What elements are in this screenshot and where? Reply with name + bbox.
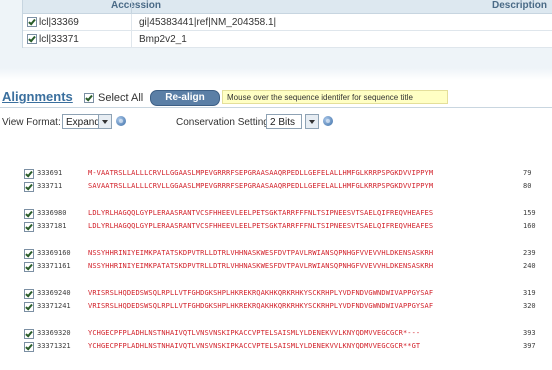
alignments-toolbar: Alignments Select All Re-align Mouse ove… xyxy=(0,85,552,108)
panel-shadow xyxy=(0,68,552,80)
sequence-end: 159 xyxy=(523,209,536,217)
sequence-checkbox[interactable] xyxy=(24,182,34,192)
sequence-row: 33369 320 YCHGECPFPLADHLNSTNHAIVQTLVNSVN… xyxy=(0,328,552,339)
realign-button[interactable]: Re-align xyxy=(150,90,220,106)
sequence-id[interactable]: 33371 xyxy=(37,181,58,192)
column-divider xyxy=(131,0,132,13)
sequence-row: 33369 160 NSSYHHRINIYEIMKPATATSKDPVTRLLD… xyxy=(0,248,552,259)
sequence-row: 33371 321 YCHGECPFPLADHLNSTNHAIVQTLVNSVN… xyxy=(0,341,552,352)
sequence-row: 33371 1 SAVAATRSLLALLLCRVLLGGAASLMPEVGRR… xyxy=(0,181,552,192)
sequence-checkbox[interactable] xyxy=(24,342,34,352)
select-all-checkbox[interactable] xyxy=(84,93,94,103)
sequence-end: 240 xyxy=(523,262,536,270)
sequence-end: 160 xyxy=(523,222,536,230)
view-format-bar: View Format: Expanded Conservation Setti… xyxy=(0,112,552,132)
sequence-id[interactable]: 33371 xyxy=(37,261,58,272)
description-column-header: Description xyxy=(491,0,547,11)
sequence-row: 33371 161 NSSYHHRINIYEIMKPATATSKDPVTRLLD… xyxy=(0,261,552,272)
sequence-residues: NSSYHHRINIYEIMKPATATSKDPVTRLLDTRLVHHNASK… xyxy=(88,262,434,270)
accession-id[interactable]: lcl|33369 xyxy=(39,17,79,28)
view-format-label: View Format: xyxy=(2,117,61,128)
conservation-value: 2 Bits xyxy=(270,117,296,128)
sequence-end: 393 xyxy=(523,329,536,337)
sequence-id[interactable]: 33369 xyxy=(37,288,58,299)
sequence-residues: LDLYRLHAGQQLGYPLERAASRANTVCSFHHEEVLEELPE… xyxy=(88,222,434,230)
sequence-row: 33369 80 LDLYRLHAGQQLGYPLERAASRANTVCSFHH… xyxy=(0,208,552,219)
sequence-checkbox[interactable] xyxy=(24,302,34,312)
sequence-start: 160 xyxy=(58,249,71,257)
help-icon[interactable] xyxy=(116,116,126,126)
sequence-start: 161 xyxy=(58,262,71,270)
sequence-checkbox[interactable] xyxy=(24,329,34,339)
sequence-id[interactable]: 33369 xyxy=(37,208,58,219)
select-all-label: Select All xyxy=(98,92,144,104)
sequence-residues: M-VAATRSLLALLLCRVLLGGAASLMPEVGRRRFSEPGRA… xyxy=(88,169,434,177)
column-divider xyxy=(131,14,132,30)
sequence-checkbox[interactable] xyxy=(24,169,34,179)
sequence-start: 1 xyxy=(58,169,63,177)
sequence-residues: SAVAATRSLLALLLCRVLLGGAASLMPEVGRRRFSEPGRA… xyxy=(88,182,434,190)
accession-checkbox-1[interactable] xyxy=(27,17,37,27)
help-icon[interactable] xyxy=(323,116,333,126)
conservation-select[interactable]: 2 Bits xyxy=(266,114,302,129)
sequence-end: 319 xyxy=(523,289,536,297)
sequence-residues: NSSYHHRINIYEIMKPATATSKDPVTRLLDTRLVHHNASK… xyxy=(88,249,434,257)
sequence-row: 33369 240 VRISRSLHQDEDSWSQLRPLLVTFGHDGKS… xyxy=(0,288,552,299)
sequence-id[interactable]: 33371 xyxy=(37,301,58,312)
accession-checkbox-2[interactable] xyxy=(27,34,37,44)
sequence-start: 240 xyxy=(58,289,71,297)
sequence-checkbox[interactable] xyxy=(24,222,34,232)
sequence-residues: YCHGECPFPLADHLNSTNHAIVQTLVNSVNSKIPKACCVP… xyxy=(88,342,421,350)
sequence-row: 33371 241 VRISRSLHQDEDSWSQLRPLLVTFGHDGKS… xyxy=(0,301,552,312)
chevron-down-icon xyxy=(306,115,318,128)
sequence-end: 320 xyxy=(523,302,536,310)
sequence-end: 79 xyxy=(523,169,532,177)
sequence-checkbox[interactable] xyxy=(24,209,34,219)
sequence-id[interactable]: 33371 xyxy=(37,341,58,352)
alignments-title-text: Alignments xyxy=(2,89,73,104)
accession-table: Accession Description lcl|33369 gi|45383… xyxy=(22,0,552,48)
accession-row-1: lcl|33369 gi|45383441|ref|NM_204358.1| xyxy=(23,14,552,31)
sequence-id[interactable]: 33369 xyxy=(37,168,58,179)
sequence-checkbox[interactable] xyxy=(24,262,34,272)
accession-row-2: lcl|33371 Bmp2v2_1 xyxy=(23,31,552,48)
sequence-checkbox[interactable] xyxy=(24,289,34,299)
accession-description: gi|45383441|ref|NM_204358.1| xyxy=(139,17,277,28)
accession-table-header: Accession Description xyxy=(23,0,552,14)
conservation-dropdown-button[interactable] xyxy=(305,114,319,129)
view-format-select[interactable]: Expanded xyxy=(62,114,112,129)
sequence-residues: LDLYRLHAGQQLGYPLERAASRANTVCSFHHEEVLEELPE… xyxy=(88,209,434,217)
accession-column-header: Accession xyxy=(111,0,162,11)
sequence-end: 239 xyxy=(523,249,536,257)
sequence-start: 321 xyxy=(58,342,71,350)
sequence-start: 1 xyxy=(58,182,63,190)
sequence-tooltip: Mouse over the sequence identifer for se… xyxy=(222,90,448,104)
column-divider xyxy=(131,31,132,47)
accession-id[interactable]: lcl|33371 xyxy=(39,34,79,45)
sequence-start: 81 xyxy=(58,222,67,230)
accession-description: Bmp2v2_1 xyxy=(139,34,187,45)
sequence-end: 397 xyxy=(523,342,536,350)
sequence-checkbox[interactable] xyxy=(24,249,34,259)
sequence-row: 33369 1 M-VAATRSLLALLLCRVLLGGAASLMPEVGRR… xyxy=(0,168,552,179)
alignments-title[interactable]: Alignments xyxy=(2,89,73,104)
sequence-start: 80 xyxy=(58,209,67,217)
sequence-residues: YCHGECPFPLADHLNSTNHAIVQTLVNSVNSKIPKACCVP… xyxy=(88,329,421,337)
sequence-residues: VRISRSLHQDEDSWSQLRPLLVTFGHDGKSHPLHKREKRQ… xyxy=(88,289,434,297)
chevron-down-icon xyxy=(98,115,111,128)
sequence-id[interactable]: 33369 xyxy=(37,248,58,259)
sequence-id[interactable]: 33371 xyxy=(37,221,58,232)
sequence-residues: VRISRSLHQDEDSWSQLRPLLVTFGHDGKSHPLHKREKRQ… xyxy=(88,302,434,310)
sequence-id[interactable]: 33369 xyxy=(37,328,58,339)
sequence-end: 80 xyxy=(523,182,532,190)
sequence-start: 320 xyxy=(58,329,71,337)
conservation-label: Conservation Setting: xyxy=(176,117,272,128)
sequence-row: 33371 81 LDLYRLHAGQQLGYPLERAASRANTVCSFHH… xyxy=(0,221,552,232)
sequence-start: 241 xyxy=(58,302,71,310)
